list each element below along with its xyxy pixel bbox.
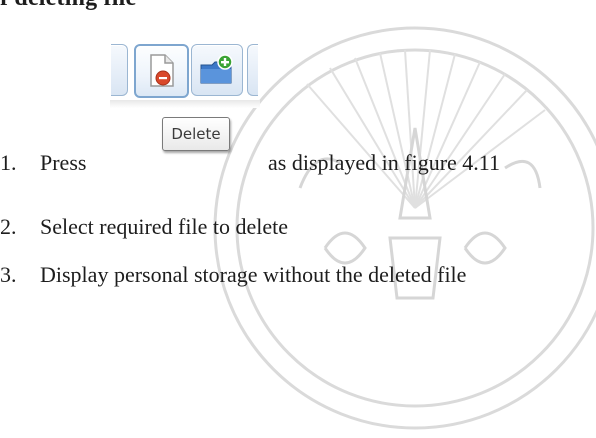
- toolbar-screenshot: [111, 44, 265, 99]
- step-text: Display personal storage without the del…: [40, 262, 467, 287]
- step-text-continued: as displayed in figure 4.11: [268, 150, 500, 175]
- delete-file-button[interactable]: [134, 44, 189, 98]
- toolbar-partial-button-right[interactable]: [247, 44, 258, 96]
- folder-add-icon: [200, 54, 233, 84]
- step-number: 2.: [0, 214, 17, 239]
- new-folder-button[interactable]: [191, 44, 243, 96]
- section-heading: f deleting file: [0, 0, 136, 12]
- document-delete-icon: [149, 54, 174, 87]
- toolbar-partial-button-left[interactable]: [111, 44, 128, 96]
- step-number: 1.: [0, 150, 17, 175]
- step-number: 3.: [0, 262, 17, 287]
- toolbar-shadow: [110, 100, 260, 108]
- delete-tooltip: Delete: [162, 117, 230, 151]
- step-text: Select required file to delete: [40, 214, 288, 239]
- step-text: Press: [40, 150, 87, 175]
